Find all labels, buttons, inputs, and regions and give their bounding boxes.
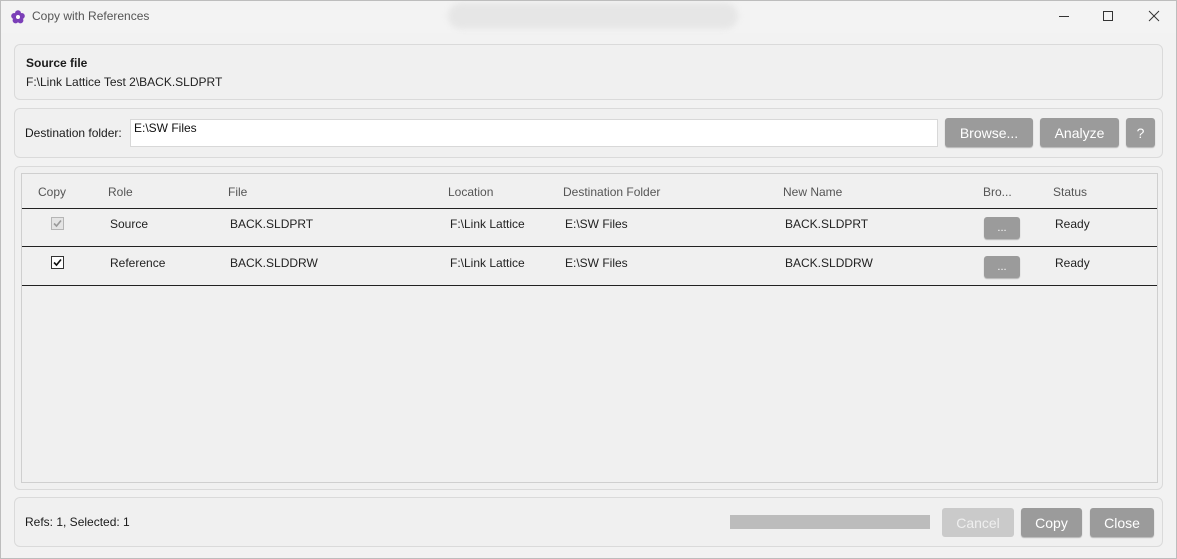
table-header: Copy Role File Location Destination Fold… [22, 174, 1157, 209]
column-header-status[interactable]: Status [1053, 185, 1087, 199]
destination-panel: Destination folder: E:\SW Files Browse..… [14, 108, 1163, 158]
source-file-panel: Source file F:\Link Lattice Test 2\BACK.… [14, 44, 1163, 100]
cancel-button[interactable]: Cancel [942, 508, 1014, 537]
window-title: Copy with References [32, 9, 150, 23]
checkmark-icon [53, 219, 62, 228]
column-header-copy[interactable]: Copy [38, 185, 66, 199]
checkmark-icon [53, 258, 62, 267]
table-row[interactable]: Reference BACK.SLDDRW F:\Link Lattice Te… [22, 247, 1157, 286]
copy-checkbox [51, 217, 64, 230]
minimize-icon [1059, 16, 1069, 17]
copy-button[interactable]: Copy [1021, 508, 1082, 537]
column-header-destination-folder[interactable]: Destination Folder [563, 185, 660, 199]
footer-panel: Refs: 1, Selected: 1 Cancel Copy Close [14, 497, 1163, 547]
copy-with-references-window: Copy with References Source file F:\Link… [0, 0, 1177, 559]
status-cell: Ready [1055, 217, 1090, 231]
column-header-file[interactable]: File [228, 185, 247, 199]
table-row[interactable]: Source BACK.SLDPRT F:\Link Lattice Test … [22, 208, 1157, 247]
app-flower-icon [11, 10, 25, 24]
role-cell: Source [110, 217, 149, 231]
close-icon [1148, 10, 1160, 22]
close-window-button[interactable] [1131, 1, 1176, 31]
title-bar[interactable]: Copy with References [1, 1, 1176, 33]
copy-checkbox[interactable] [51, 256, 64, 269]
references-panel: Copy Role File Location Destination Fold… [14, 166, 1163, 490]
maximize-button[interactable] [1085, 1, 1131, 31]
maximize-icon [1103, 11, 1113, 21]
destination-folder-label: Destination folder: [25, 126, 122, 140]
references-table[interactable]: Copy Role File Location Destination Fold… [21, 173, 1158, 483]
minimize-button[interactable] [1041, 1, 1087, 31]
location-cell: F:\Link Lattice Test 2 [450, 256, 528, 270]
destination-folder-input[interactable]: E:\SW Files [130, 119, 938, 147]
browse-row-button[interactable]: ... [984, 217, 1020, 239]
file-cell: BACK.SLDPRT [230, 217, 314, 231]
browse-row-button[interactable]: ... [984, 256, 1020, 278]
destination-folder-cell: E:\SW Files [565, 256, 628, 270]
role-cell: Reference [110, 256, 166, 270]
column-header-location[interactable]: Location [448, 185, 493, 199]
close-button[interactable]: Close [1090, 508, 1154, 537]
source-file-path: F:\Link Lattice Test 2\BACK.SLDPRT [26, 75, 223, 89]
status-cell: Ready [1055, 256, 1090, 270]
help-button[interactable]: ? [1126, 118, 1155, 147]
file-cell: BACK.SLDDRW [230, 256, 318, 270]
new-name-cell[interactable]: BACK.SLDDRW [785, 256, 873, 270]
blurred-region [448, 3, 738, 29]
column-header-browse[interactable]: Bro... [983, 185, 1012, 199]
location-cell: F:\Link Lattice Test 2 [450, 217, 528, 231]
column-header-new-name[interactable]: New Name [783, 185, 842, 199]
browse-button[interactable]: Browse... [945, 118, 1033, 147]
destination-folder-cell: E:\SW Files [565, 217, 628, 231]
source-file-label: Source file [26, 56, 88, 70]
column-header-role[interactable]: Role [108, 185, 133, 199]
analyze-button[interactable]: Analyze [1040, 118, 1119, 147]
copy-progress-bar [730, 515, 930, 529]
refs-status-text: Refs: 1, Selected: 1 [25, 515, 130, 529]
new-name-cell[interactable]: BACK.SLDPRT [785, 217, 868, 231]
